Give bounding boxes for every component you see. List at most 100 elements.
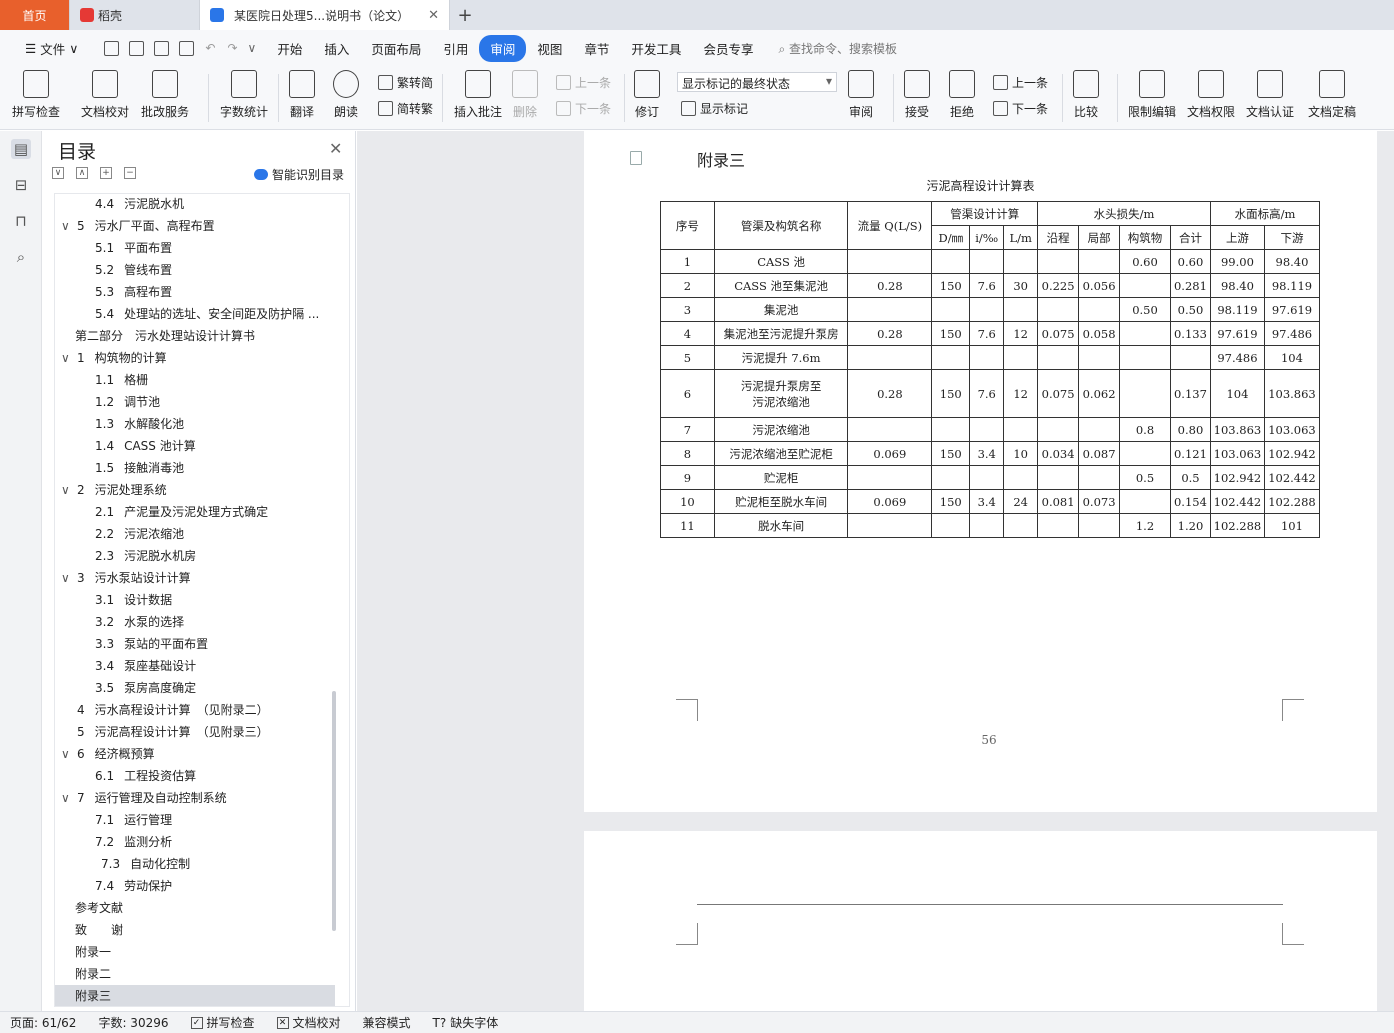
doc-permission-button[interactable]: 文档权限 <box>1187 70 1235 120</box>
accept-button[interactable]: 接受 <box>904 70 930 120</box>
chevron-down-icon[interactable]: ∨ <box>61 567 73 589</box>
bookmark-icon[interactable]: ⊓ <box>11 211 31 231</box>
toc-item[interactable]: 7.2 监测分析 <box>55 831 335 853</box>
toc-panel-icon[interactable]: ▤ <box>11 139 31 159</box>
save-icon[interactable] <box>104 40 120 56</box>
expand-all-icon[interactable]: ∧ <box>76 167 88 179</box>
toc-item[interactable]: 2.3 污泥脱水机房 <box>55 545 335 567</box>
chevron-down-icon[interactable]: ∨ <box>61 215 73 237</box>
smart-toc-button[interactable]: 智能识别目录 <box>254 166 344 183</box>
toc-item[interactable]: 附录三 <box>55 985 335 1006</box>
new-tab-button[interactable]: + <box>450 0 480 30</box>
toc-item[interactable]: 2.1 产泥量及污泥处理方式确定 <box>55 501 335 523</box>
toc-item[interactable]: 1.5 接触消毒池 <box>55 457 335 479</box>
word-count-indicator[interactable]: 字数: 30296 <box>98 1014 168 1031</box>
toc-item[interactable]: 3.4 泵座基础设计 <box>55 655 335 677</box>
toc-item[interactable]: 5.2 管线布置 <box>55 259 335 281</box>
toc-item[interactable]: 3.5 泵房高度确定 <box>55 677 335 699</box>
command-search[interactable]: ⌕ 查找命令、搜索模板 <box>778 40 897 57</box>
toc-item[interactable]: 6.1 工程投资估算 <box>55 765 335 787</box>
doc-finalize-button[interactable]: 文档定稿 <box>1308 70 1356 120</box>
print-preview-icon[interactable] <box>179 40 195 56</box>
toc-item[interactable]: 7.3 自动化控制 <box>55 853 335 875</box>
toc-item[interactable]: 4.4 污泥脱水机 <box>55 194 335 215</box>
menu-review[interactable]: 审阅 <box>479 34 527 62</box>
delete-comment-button[interactable]: 删除 <box>512 70 538 120</box>
toc-item[interactable]: 1.3 水解酸化池 <box>55 413 335 435</box>
translate-button[interactable]: 翻译 <box>289 70 315 120</box>
close-icon[interactable]: ✕ <box>329 139 342 158</box>
toc-item[interactable]: ∨ 7 运行管理及自动控制系统 <box>55 787 335 809</box>
collapse-all-icon[interactable]: ∨ <box>52 167 64 179</box>
menu-chapter[interactable]: 章节 <box>573 35 620 62</box>
chevron-down-icon[interactable]: ∨ <box>61 347 73 369</box>
reject-button[interactable]: 拒绝 <box>949 70 975 120</box>
next-change-button[interactable]: 下一条 <box>993 100 1048 117</box>
toc-item[interactable]: ∨ 6 经济概预算 <box>55 743 335 765</box>
export-pdf-icon[interactable] <box>129 40 145 56</box>
toc-item[interactable]: 附录二 <box>55 963 335 985</box>
close-tab-icon[interactable]: ✕ <box>428 8 439 23</box>
toc-item[interactable]: 第二部分 污水处理站设计计算书 <box>55 325 335 347</box>
toc-item[interactable]: 5.3 高程布置 <box>55 281 335 303</box>
missing-font-button[interactable]: T? 缺失字体 <box>433 1014 499 1031</box>
toc-scrollbar[interactable] <box>332 691 336 931</box>
word-count-button[interactable]: 字数统计 <box>220 70 268 120</box>
tab-home[interactable]: 首页 <box>0 0 70 30</box>
menu-view[interactable]: 视图 <box>526 35 573 62</box>
toc-item[interactable]: 5.4 处理站的选址、安全间距及防护隔 ... <box>55 303 335 325</box>
tab-document[interactable]: 某医院日处理5...说明书（论文） ✕ <box>200 0 450 30</box>
status-doc-proof[interactable]: ✕ 文档校对 <box>276 1014 341 1031</box>
toc-item[interactable]: 1.2 调节池 <box>55 391 335 413</box>
remove-heading-icon[interactable]: − <box>124 167 136 179</box>
chevron-down-icon[interactable]: ∨ <box>61 743 73 765</box>
chevron-down-icon[interactable]: ∨ <box>61 479 73 501</box>
toc-item[interactable]: 3.1 设计数据 <box>55 589 335 611</box>
toc-item[interactable]: 参考文献 <box>55 897 335 919</box>
next-comment-button[interactable]: 下一条 <box>556 100 611 117</box>
more-quick-icon[interactable]: ∨ <box>248 41 257 55</box>
restrict-edit-button[interactable]: 限制编辑 <box>1128 70 1176 120</box>
doc-certify-button[interactable]: 文档认证 <box>1246 70 1294 120</box>
review-pane-button[interactable]: 审阅 <box>848 70 874 120</box>
menu-insert[interactable]: 插入 <box>313 35 360 62</box>
search-icon[interactable]: ⌕ <box>11 247 31 267</box>
track-changes-button[interactable]: 修订 <box>634 70 660 120</box>
undo-icon[interactable]: ↶ <box>205 41 215 55</box>
toc-item[interactable]: 3.3 泵站的平面布置 <box>55 633 335 655</box>
toc-item[interactable]: 致 谢 <box>55 919 335 941</box>
paragraph-handle-icon[interactable] <box>630 151 642 165</box>
toc-item[interactable]: ∨ 3 污水泵站设计计算 <box>55 567 335 589</box>
toc-item[interactable]: ∨ 5 污水厂平面、高程布置 <box>55 215 335 237</box>
batch-service-button[interactable]: 批改服务 <box>141 70 189 120</box>
menu-references[interactable]: 引用 <box>432 35 479 62</box>
toc-item[interactable]: 5.1 平面布置 <box>55 237 335 259</box>
tab-docer[interactable]: 稻壳 <box>70 0 200 30</box>
toc-item[interactable]: 附录一 <box>55 941 335 963</box>
toc-item[interactable]: 1.4 CASS 池计算 <box>55 435 335 457</box>
toc-item[interactable]: 2.2 污泥浓缩池 <box>55 523 335 545</box>
menu-member[interactable]: 会员专享 <box>692 35 764 62</box>
toc-item[interactable]: ∨ 2 污泥处理系统 <box>55 479 335 501</box>
chapter-nav-icon[interactable]: ⊟ <box>11 175 31 195</box>
file-menu[interactable]: ☰ 文件 ∨ <box>14 35 89 62</box>
insert-comment-button[interactable]: 插入批注 <box>454 70 502 120</box>
menu-developer[interactable]: 开发工具 <box>620 35 692 62</box>
toc-item[interactable]: 7.4 劳动保护 <box>55 875 335 897</box>
toc-item[interactable]: 7.1 运行管理 <box>55 809 335 831</box>
compare-button[interactable]: 比较 <box>1073 70 1099 120</box>
spellcheck-button[interactable]: 拼写检查 <box>12 70 60 120</box>
prev-comment-button[interactable]: 上一条 <box>556 74 611 91</box>
markup-state-select[interactable]: 显示标记的最终状态 <box>677 72 837 92</box>
toc-item[interactable]: 3.2 水泵的选择 <box>55 611 335 633</box>
menu-page-layout[interactable]: 页面布局 <box>360 35 432 62</box>
print-icon[interactable] <box>154 40 170 56</box>
toc-item[interactable]: 5 污泥高程设计计算 （见附录三） <box>55 721 335 743</box>
page-indicator[interactable]: 页面: 61/62 <box>10 1014 76 1031</box>
redo-icon[interactable]: ↷ <box>227 41 237 55</box>
show-markup-button[interactable]: 显示标记 <box>681 100 748 117</box>
toc-item[interactable]: 1.1 格栅 <box>55 369 335 391</box>
doc-proof-button[interactable]: 文档校对 <box>81 70 129 120</box>
menu-start[interactable]: 开始 <box>266 35 313 62</box>
prev-change-button[interactable]: 上一条 <box>993 74 1048 91</box>
